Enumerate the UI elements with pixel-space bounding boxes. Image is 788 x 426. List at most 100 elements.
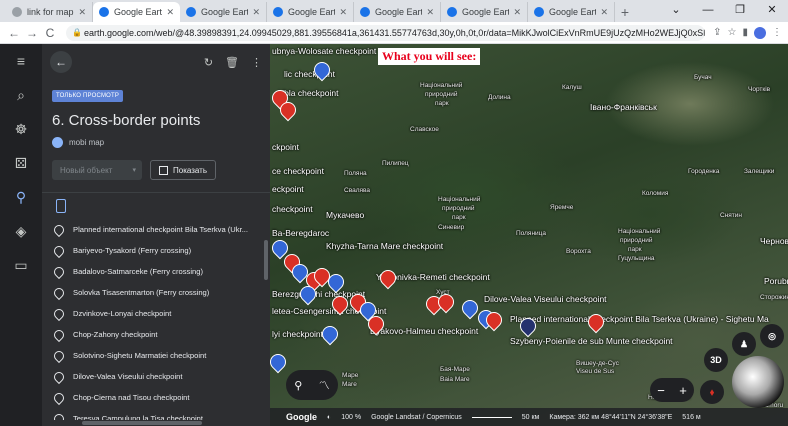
map-label: Городенка: [688, 168, 720, 175]
list-item-label: Solotvino-Sighetu Marmatiei checkpoint: [73, 351, 207, 360]
project-title: 6. Cross-border points: [52, 112, 201, 129]
new-object-button[interactable]: Новый объект ▾: [52, 160, 142, 180]
location-pin-icon: [51, 390, 67, 405]
projects-icon[interactable]: ⚲: [0, 180, 42, 214]
location-pin-icon: [51, 222, 67, 237]
draw-line-icon[interactable]: 〽: [319, 377, 330, 393]
back-arrow-icon[interactable]: ←: [50, 51, 72, 73]
new-tab-button[interactable]: +: [615, 2, 635, 22]
browser-tab[interactable]: Google Earth✕: [93, 2, 180, 22]
slide-icon[interactable]: [56, 199, 66, 213]
horizontal-scroll-thumb[interactable]: [82, 421, 202, 425]
list-item-label: Badalovo-Satmarceke (Ferry crossing): [73, 267, 203, 276]
panel-top-bar: ← ↻ 🗑 ⋮: [42, 44, 270, 80]
close-tab-icon[interactable]: ✕: [513, 7, 521, 18]
search-icon[interactable]: ⌕: [0, 78, 42, 112]
present-button[interactable]: Показать: [150, 160, 217, 180]
view-only-badge: ТОЛЬКО ПРОСМОТР: [52, 90, 124, 102]
location-pin-icon: [51, 243, 67, 258]
lock-icon[interactable]: 🔒: [72, 25, 82, 41]
back-icon[interactable]: ←: [6, 26, 22, 40]
globe-map-view[interactable]: ubnya-Wolosate checkpoint lic checkpoint U…: [270, 44, 788, 426]
scale-bar: [471, 416, 512, 418]
map-marker-icon[interactable]: [270, 350, 290, 374]
more-menu-icon[interactable]: ⋮: [772, 27, 782, 38]
map-label: природний: [425, 91, 458, 98]
more-options-icon[interactable]: ⋮: [251, 56, 262, 69]
location-pin-icon: [51, 285, 67, 300]
layers-icon[interactable]: ◈: [0, 214, 42, 248]
tab-favicon-icon: [273, 7, 283, 17]
profile-avatar[interactable]: [754, 26, 766, 39]
map-label: парк: [435, 100, 449, 107]
browser-tab[interactable]: Google Earth✕: [528, 2, 615, 22]
list-item[interactable]: Dilove-Valea Viseului checkpoint: [42, 366, 270, 387]
list-item[interactable]: Solovka Tisasentmarton (Ferry crossing): [42, 282, 270, 303]
measure-icon[interactable]: ▭: [0, 248, 42, 282]
delete-icon[interactable]: 🗑: [225, 56, 239, 69]
minimize-button[interactable]: —: [692, 0, 724, 22]
browser-tab-bar: link for mapping✕Google Earth✕Google Ear…: [0, 0, 788, 22]
view-3d-button[interactable]: 3D: [704, 348, 728, 372]
pegman-icon[interactable]: ♟: [732, 332, 756, 356]
close-tab-icon[interactable]: ✕: [600, 7, 608, 18]
tab-search-icon[interactable]: ⌄: [660, 0, 692, 22]
google-logo: Google: [286, 412, 317, 422]
map-label: ce checkpoint: [272, 166, 324, 176]
zoom-in-button[interactable]: +: [679, 383, 687, 398]
voyager-icon[interactable]: ☸: [0, 112, 42, 146]
close-tab-icon[interactable]: ✕: [252, 7, 260, 18]
map-marker-icon[interactable]: [376, 266, 400, 290]
browser-tab[interactable]: Google Earth✕: [180, 2, 267, 22]
place-pin-icon[interactable]: ⚲: [294, 379, 302, 392]
close-tab-icon[interactable]: ✕: [78, 7, 86, 18]
list-item[interactable]: Badalovo-Satmarceke (Ferry crossing): [42, 261, 270, 282]
map-label: природний: [442, 205, 475, 212]
my-location-icon[interactable]: ◎: [760, 324, 784, 348]
panel-actions: Новый объект ▾ Показать: [52, 160, 270, 180]
list-item-label: Chop-Cierna nad Tisou checkpoint: [73, 393, 190, 402]
list-item[interactable]: Chop-Zahony checkpoint: [42, 324, 270, 345]
zoom-out-button[interactable]: −: [657, 383, 665, 398]
bookmark-star-icon[interactable]: ☆: [728, 27, 737, 38]
menu-icon[interactable]: ≡: [0, 44, 42, 78]
tab-favicon-icon: [447, 7, 457, 17]
panel-horizontal-scrollbar[interactable]: [42, 420, 270, 426]
forward-icon[interactable]: →: [24, 26, 40, 40]
compass-icon[interactable]: ⬧: [700, 380, 724, 404]
list-item[interactable]: Bariyevo-Tysakord (Ferry crossing): [42, 240, 270, 261]
reload-icon[interactable]: C: [42, 26, 58, 40]
list-item[interactable]: Chop-Cierna nad Tisou checkpoint: [42, 387, 270, 408]
close-tab-icon[interactable]: ✕: [339, 7, 347, 18]
globe-thumbnail[interactable]: [732, 356, 784, 408]
opacity-icon[interactable]: ◐: [327, 414, 331, 421]
list-item[interactable]: Planned international checkpoint Bila Ts…: [42, 219, 270, 240]
earth-left-rail: ≡ ⌕ ☸ ⚄ ⚲ ◈ ▭: [0, 44, 42, 426]
list-item[interactable]: Solotvino-Sighetu Marmatiei checkpoint: [42, 345, 270, 366]
list-item[interactable]: Dzvinkove-Lonyai checkpoint: [42, 303, 270, 324]
close-tab-icon[interactable]: ✕: [166, 7, 174, 18]
panel-scrollbar[interactable]: [264, 240, 268, 280]
browser-tab[interactable]: Google Earth✕: [441, 2, 528, 22]
map-marker-icon[interactable]: [318, 322, 342, 346]
map-label: Ba-Beregdaroc: [272, 228, 330, 238]
feeling-lucky-icon[interactable]: ⚄: [0, 146, 42, 180]
browser-tab[interactable]: Google Earth✕: [267, 2, 354, 22]
map-label: Снятин: [720, 212, 743, 219]
attribution[interactable]: Google Landsat / Copernicus: [371, 414, 462, 421]
owner-avatar: [52, 137, 63, 148]
map-label: Залещики: [744, 168, 775, 175]
refresh-icon[interactable]: ↻: [204, 56, 213, 69]
close-tab-icon[interactable]: ✕: [426, 7, 434, 18]
new-object-label: Новый объект: [60, 165, 113, 175]
sidepanel-icon[interactable]: ▮: [742, 27, 748, 38]
browser-tab[interactable]: link for mapping ✕: [6, 2, 93, 22]
location-pin-icon: [51, 327, 67, 342]
url-text: earth.google.com/web/@48.39898391,24.099…: [84, 27, 705, 38]
browser-tab[interactable]: Google Earth✕: [354, 2, 441, 22]
owner-name: mobi map: [69, 138, 105, 147]
maximize-button[interactable]: ❐: [724, 0, 756, 22]
close-window-button[interactable]: ✕: [756, 0, 788, 22]
share-icon[interactable]: ⇪: [713, 27, 721, 38]
url-field[interactable]: 🔒 earth.google.com/web/@48.39898391,24.0…: [66, 24, 706, 41]
